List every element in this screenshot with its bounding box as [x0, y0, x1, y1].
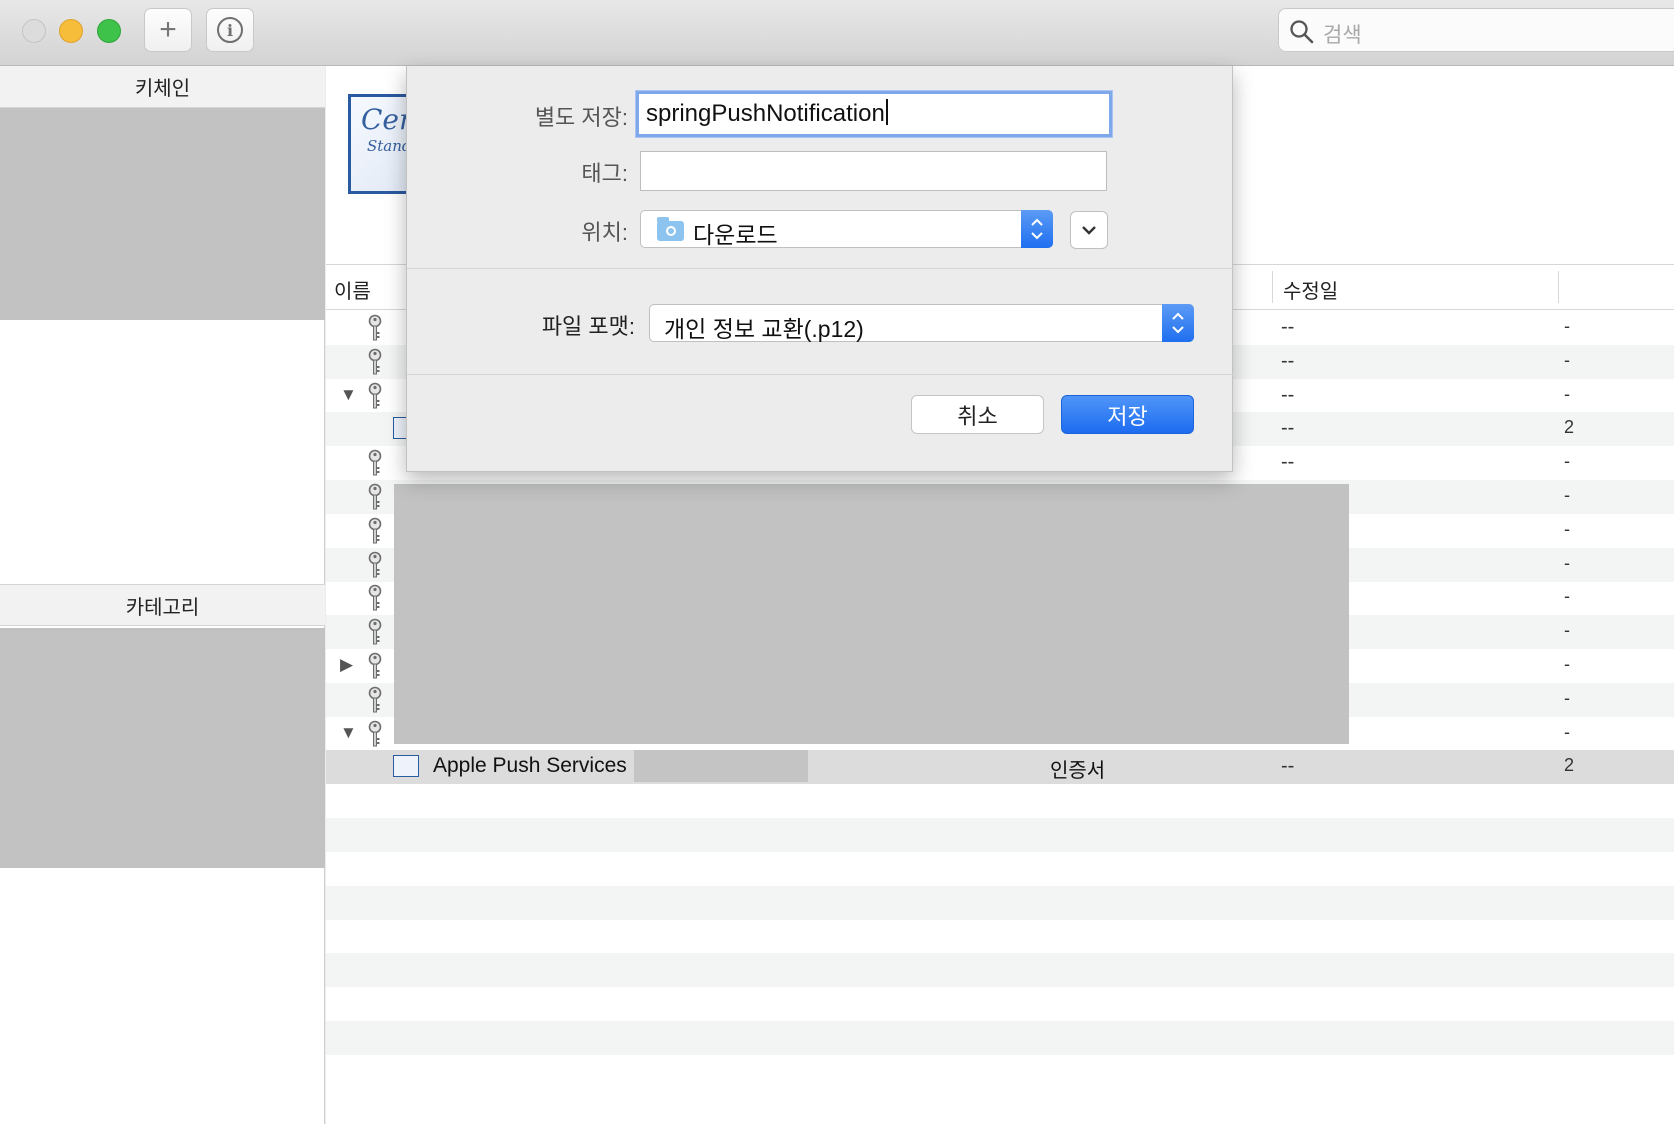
item-next-column: -: [1564, 383, 1570, 404]
location-value: 다운로드: [693, 222, 778, 248]
key-icon: [368, 618, 382, 645]
expand-dialog-button[interactable]: [1070, 211, 1108, 249]
cancel-button[interactable]: 취소: [911, 395, 1044, 434]
key-icon: [368, 652, 382, 679]
category-list-redacted: [0, 628, 325, 868]
empty-row: [326, 818, 1674, 852]
sidebar: 키체인 카테고리: [0, 66, 325, 1124]
redacted-area: [394, 484, 1349, 744]
info-button[interactable]: i: [206, 8, 254, 52]
minimize-window-button[interactable]: [59, 19, 83, 43]
location-stepper-icon: [1021, 210, 1053, 248]
item-name: Apple Push Services: [433, 754, 627, 778]
plus-icon: +: [159, 13, 177, 46]
key-icon: [368, 551, 382, 578]
item-modified: --: [1281, 417, 1295, 440]
item-next-column: -: [1564, 451, 1570, 472]
save-as-value: springPushNotification: [646, 100, 885, 127]
column-divider[interactable]: [1272, 271, 1273, 303]
search-field[interactable]: 검색: [1278, 8, 1674, 52]
item-next-column: -: [1564, 620, 1570, 641]
disclosure-expanded-icon[interactable]: ▼: [340, 385, 357, 405]
save-dialog: 별도 저장: springPushNotification 태그: 위치: 다운…: [406, 66, 1234, 472]
add-button[interactable]: +: [144, 8, 192, 52]
file-format-value: 개인 정보 교환(.p12): [664, 316, 864, 342]
location-popup[interactable]: 다운로드: [640, 210, 1053, 248]
table-row[interactable]: Apple Push Services 인증서 -- 2: [326, 750, 1674, 785]
item-modified: --: [1281, 316, 1295, 338]
search-icon: [1290, 20, 1314, 44]
title-bar: + i 검색: [0, 0, 1674, 66]
divider: [407, 374, 1234, 375]
empty-row: [326, 987, 1674, 1021]
tags-label: 태그:: [581, 161, 628, 186]
certificate-icon: [393, 755, 419, 778]
redacted-name-suffix: [634, 750, 808, 783]
empty-row: [326, 852, 1674, 886]
chevron-down-icon: [1082, 226, 1096, 235]
item-next-column: -: [1564, 654, 1570, 674]
key-icon: [368, 449, 382, 476]
item-next-column: -: [1564, 316, 1570, 336]
column-divider[interactable]: [1558, 271, 1559, 303]
format-stepper-icon: [1162, 304, 1194, 342]
item-next-column: -: [1564, 721, 1570, 742]
item-modified: --: [1281, 383, 1295, 406]
item-modified: --: [1281, 755, 1295, 778]
downloads-folder-icon: [657, 217, 684, 241]
save-button[interactable]: 저장: [1061, 395, 1194, 434]
empty-row: [326, 1055, 1674, 1089]
save-as-input[interactable]: springPushNotification: [636, 91, 1112, 137]
column-modified-header[interactable]: 수정일: [1283, 275, 1338, 304]
item-next-column: 2: [1564, 755, 1575, 776]
file-format-popup[interactable]: 개인 정보 교환(.p12): [649, 304, 1194, 342]
empty-row: [326, 784, 1674, 818]
empty-row: [326, 953, 1674, 988]
item-next-column: 2: [1564, 417, 1575, 438]
zoom-window-button[interactable]: [97, 19, 121, 43]
item-modified: --: [1281, 349, 1295, 372]
key-icon: [368, 686, 382, 713]
item-modified: --: [1281, 451, 1295, 474]
close-window-button[interactable]: [22, 19, 46, 43]
empty-row: [326, 919, 1674, 953]
key-icon: [368, 348, 382, 375]
item-next-column: -: [1564, 687, 1570, 708]
key-icon: [368, 720, 382, 747]
keychain-header: 키체인: [0, 66, 325, 108]
empty-row: [326, 885, 1674, 920]
key-icon: [368, 585, 382, 611]
column-name-header[interactable]: 이름: [334, 275, 371, 304]
item-kind: 인증서: [1050, 760, 1106, 783]
save-as-label: 별도 저장:: [534, 105, 628, 130]
disclosure-collapsed-icon[interactable]: ▶: [340, 655, 353, 675]
tags-input[interactable]: [640, 151, 1107, 191]
empty-row: [326, 1020, 1674, 1055]
item-next-column: -: [1564, 485, 1570, 505]
key-icon: [368, 517, 382, 544]
item-next-column: -: [1564, 586, 1570, 607]
key-icon: [368, 314, 382, 341]
disclosure-expanded-icon[interactable]: ▼: [340, 723, 357, 743]
location-label: 위치:: [581, 220, 628, 245]
category-header: 카테고리: [0, 584, 325, 626]
key-icon: [368, 382, 382, 409]
search-placeholder: 검색: [1323, 24, 1362, 47]
item-next-column: -: [1564, 552, 1570, 573]
keychain-list-redacted: [0, 108, 325, 320]
item-next-column: -: [1564, 518, 1570, 539]
info-icon: i: [217, 17, 243, 43]
item-next-column: -: [1564, 349, 1570, 370]
divider: [407, 268, 1234, 269]
text-caret: [885, 99, 888, 125]
key-icon: [368, 483, 382, 510]
file-format-label: 파일 포맷:: [541, 314, 635, 339]
